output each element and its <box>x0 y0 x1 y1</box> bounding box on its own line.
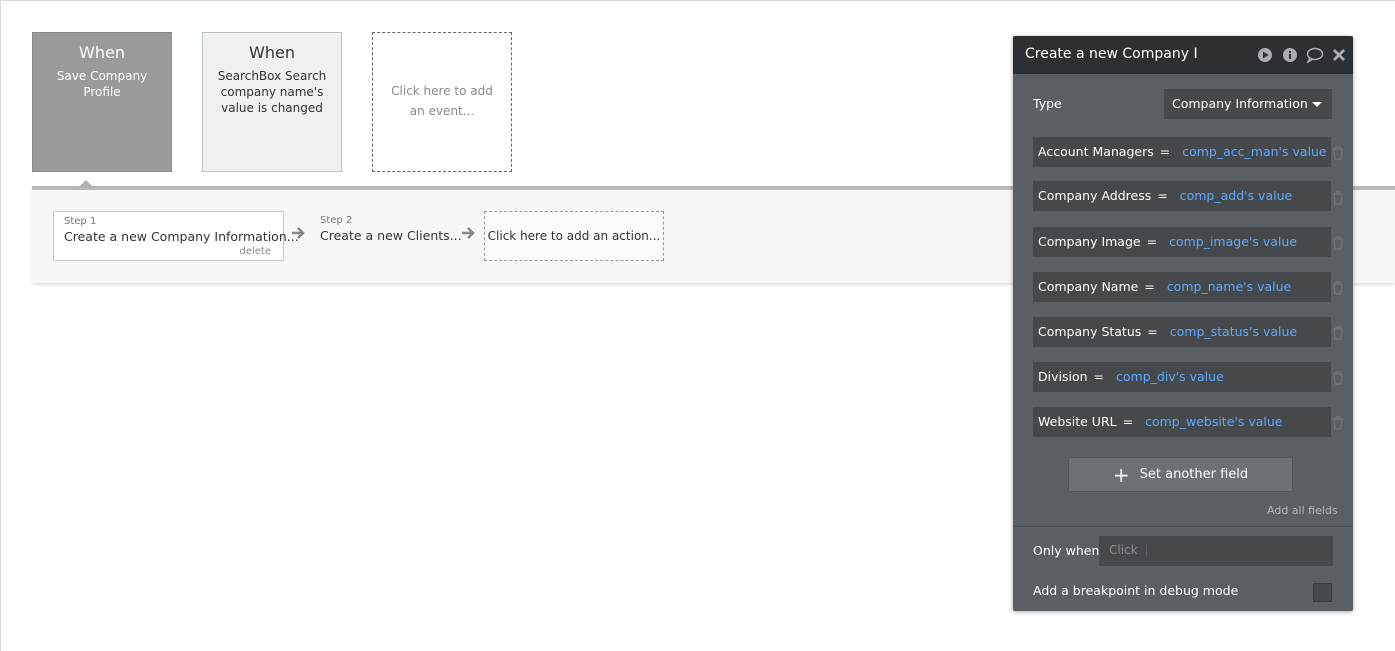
trash-icon[interactable] <box>1332 235 1344 250</box>
add-event-card[interactable]: Click here to add an event... <box>372 32 512 172</box>
step-number-label: Step 2 <box>320 215 353 226</box>
type-dropdown[interactable]: Company Information <box>1164 89 1332 119</box>
canvas-top-border <box>0 0 1395 1</box>
trash-icon[interactable] <box>1332 280 1344 295</box>
add-action-button[interactable]: Click here to add an action... <box>484 211 664 261</box>
action-property-editor: Create a new Company I Type Company Info… <box>1013 36 1353 611</box>
field-row-company-address[interactable]: Company Address = comp_add's value <box>1033 181 1331 211</box>
breakpoint-checkbox[interactable] <box>1313 583 1332 602</box>
field-row-company-status[interactable]: Company Status = comp_status's value <box>1033 317 1331 347</box>
step-delete-link[interactable]: delete <box>239 246 271 257</box>
trash-icon[interactable] <box>1332 370 1344 385</box>
field-name: Company Status <box>1038 324 1142 339</box>
trash-icon[interactable] <box>1332 190 1344 205</box>
step-number-label: Step 1 <box>64 216 97 227</box>
trash-icon[interactable] <box>1332 325 1344 340</box>
event-when-label: When <box>79 43 125 62</box>
field-name: Division <box>1038 369 1088 384</box>
event-description: SearchBox Search company name's value is… <box>217 69 327 115</box>
event-card-searchbox-changed[interactable]: When SearchBox Search company name's val… <box>202 32 342 172</box>
event-when-label: When <box>249 43 295 62</box>
trash-icon[interactable] <box>1332 145 1344 160</box>
add-all-fields-link[interactable]: Add all fields <box>1267 504 1338 517</box>
plus-icon: + <box>1112 462 1130 487</box>
add-event-label: Click here to add an event... <box>391 84 493 118</box>
field-equals: = <box>1157 188 1168 203</box>
field-name: Account Managers <box>1038 144 1154 159</box>
trash-icon[interactable] <box>1332 415 1344 430</box>
type-dropdown-value: Company Information <box>1172 96 1308 111</box>
field-value[interactable]: comp_image's value <box>1169 234 1297 249</box>
breakpoint-label: Add a breakpoint in debug mode <box>1033 583 1239 598</box>
field-value[interactable]: comp_add's value <box>1180 188 1292 203</box>
field-name: Company Address <box>1038 188 1152 203</box>
workflow-step-2[interactable]: Step 2 Create a new Clients... <box>313 211 462 261</box>
selected-event-caret <box>78 180 94 188</box>
field-equals: = <box>1144 279 1155 294</box>
info-icon[interactable] <box>1282 47 1298 63</box>
field-row-company-image[interactable]: Company Image = comp_image's value <box>1033 227 1331 257</box>
event-card-save-company-profile[interactable]: When Save Company Profile <box>32 32 172 172</box>
field-value[interactable]: comp_status's value <box>1170 324 1297 339</box>
only-when-condition-input[interactable]: Click <box>1099 536 1333 566</box>
field-equals: = <box>1147 324 1158 339</box>
close-icon[interactable] <box>1332 47 1348 63</box>
field-name: Website URL <box>1038 414 1117 429</box>
panel-divider <box>1013 526 1353 527</box>
field-name: Company Name <box>1038 279 1139 294</box>
comment-icon[interactable] <box>1306 47 1324 64</box>
arrow-right-icon <box>460 224 476 242</box>
set-another-field-button[interactable]: + Set another field <box>1068 457 1293 492</box>
field-row-website-url[interactable]: Website URL = comp_website's value <box>1033 407 1331 437</box>
step-title: Create a new Company Information... <box>64 229 299 244</box>
set-another-field-label: Set another field <box>1139 467 1249 482</box>
field-equals: = <box>1093 369 1105 384</box>
step-title: Create a new Clients... <box>320 228 462 243</box>
workflow-step-1[interactable]: Step 1 Create a new Company Information.… <box>53 211 299 261</box>
event-description: Save Company Profile <box>56 69 148 99</box>
arrow-right-icon <box>290 224 306 242</box>
field-equals: = <box>1122 414 1134 429</box>
field-value[interactable]: comp_website's value <box>1145 414 1282 429</box>
only-when-placeholder: Click <box>1109 543 1147 557</box>
only-when-label: Only when <box>1033 543 1100 558</box>
field-row-company-name[interactable]: Company Name = comp_name's value <box>1033 272 1331 302</box>
field-equals: = <box>1146 234 1158 249</box>
panel-header[interactable]: Create a new Company I <box>1013 36 1353 74</box>
field-value[interactable]: comp_name's value <box>1167 279 1291 294</box>
canvas-left-border <box>0 0 1 651</box>
panel-title: Create a new Company I <box>1025 46 1198 62</box>
field-equals: = <box>1159 144 1171 159</box>
type-label: Type <box>1033 96 1062 111</box>
field-value[interactable]: comp_div's value <box>1116 369 1224 384</box>
field-row-division[interactable]: Division = comp_div's value <box>1033 362 1331 392</box>
field-value[interactable]: comp_acc_man's value <box>1182 144 1326 159</box>
play-icon[interactable] <box>1257 47 1273 63</box>
field-name: Company Image <box>1038 234 1141 249</box>
chevron-down-icon <box>1312 102 1322 107</box>
field-row-account-managers[interactable]: Account Managers = comp_acc_man's value <box>1033 137 1331 167</box>
